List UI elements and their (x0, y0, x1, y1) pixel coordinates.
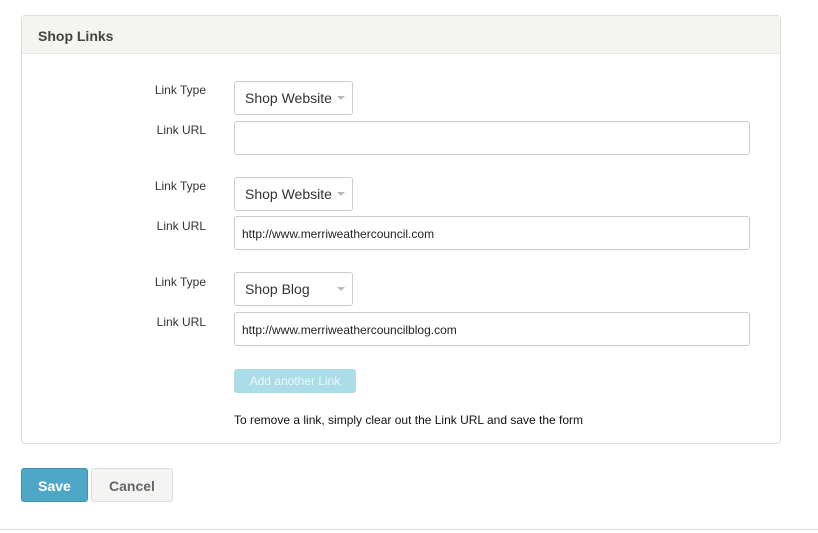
link-url-input-2[interactable]: http://www.merriweathercouncil.com (234, 216, 750, 250)
divider (0, 529, 818, 530)
link-type-label: Link Type (154, 179, 206, 193)
selected-value: Shop Blog (245, 281, 310, 297)
selected-value: Shop Website (245, 186, 332, 202)
link-type-select-3[interactable]: Shop Blog (234, 272, 353, 306)
link-type-label: Link Type (154, 83, 206, 97)
chevron-down-icon (337, 96, 345, 100)
link-url-label: Link URL (156, 219, 206, 233)
remove-link-hint: To remove a link, simply clear out the L… (234, 413, 584, 427)
link-url-input-3[interactable]: http://www.merriweathercouncilblog.com (234, 312, 750, 346)
add-another-link-button[interactable]: Add another Link (234, 369, 356, 393)
panel-title: Shop Links (22, 16, 780, 54)
chevron-down-icon (337, 287, 345, 291)
save-button[interactable]: Save (21, 468, 88, 502)
cancel-button[interactable]: Cancel (91, 468, 173, 502)
link-type-select-2[interactable]: Shop Website (234, 177, 353, 211)
link-type-label: Link Type (154, 275, 206, 289)
link-type-select-1[interactable]: Shop Website (234, 81, 353, 115)
link-url-label: Link URL (156, 123, 206, 137)
chevron-down-icon (337, 192, 345, 196)
shop-links-panel: Shop Links Link Type Shop Website Link U… (21, 15, 781, 444)
link-url-label: Link URL (156, 315, 206, 329)
link-url-input-1[interactable] (234, 121, 750, 155)
selected-value: Shop Website (245, 90, 332, 106)
